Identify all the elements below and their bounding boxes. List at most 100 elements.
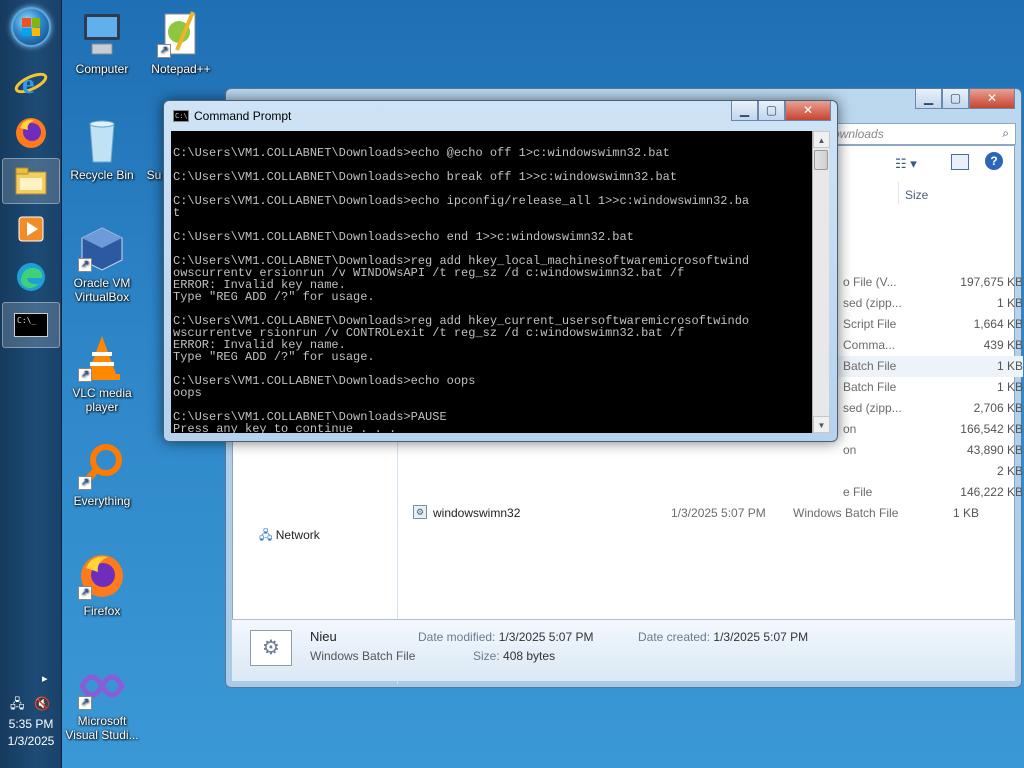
- everything-search-icon: ↗: [78, 442, 126, 490]
- windows-logo-icon: [11, 7, 51, 47]
- console-line: Type "REG ADD /?" for usage.: [173, 290, 375, 304]
- taskbar-file-explorer[interactable]: [2, 158, 60, 204]
- file-row[interactable]: on 43,890 KB: [613, 440, 1023, 461]
- file-size: 1 KB: [996, 296, 1023, 310]
- taskbar-command-prompt[interactable]: C:\_: [2, 302, 60, 348]
- file-type: on: [843, 422, 857, 436]
- file-row-windowswimn32[interactable]: ⚙ windowswimn32 1/3/2025 5:07 PM Windows…: [409, 503, 1024, 524]
- explorer-minimize-button[interactable]: ▁: [915, 89, 942, 109]
- command-prompt-window[interactable]: C:\ Command Prompt ▁ ▢ ✕ C:\Users\VM1.CO…: [163, 100, 838, 442]
- console-scrollbar[interactable]: ▲ ▼: [812, 131, 830, 433]
- edge-icon: [17, 263, 45, 291]
- details-date-modified: Date modified: 1/3/2025 5:07 PM: [418, 630, 594, 644]
- start-button[interactable]: [2, 4, 60, 50]
- clock[interactable]: 5:35 PM 1/3/2025: [0, 716, 62, 750]
- file-name: windowswimn32: [433, 506, 521, 520]
- console-line: C:\Users\VM1.COLLABNET\Downloads>echo @e…: [173, 146, 670, 160]
- console-line: C:\Users\VM1.COLLABNET\Downloads>echo br…: [173, 170, 678, 184]
- console-line: Type "REG ADD /?" for usage.: [173, 350, 375, 364]
- scrollbar-thumb[interactable]: [814, 150, 828, 170]
- cmd-window-controls: ▁ ▢ ✕: [731, 101, 831, 121]
- file-type: Windows Batch File: [793, 506, 899, 520]
- console-line: oops: [173, 386, 202, 400]
- file-type: Batch File: [843, 380, 897, 394]
- console-line: C:\Users\VM1.COLLABNET\Downloads>echo en…: [173, 230, 634, 244]
- clock-date: 1/3/2025: [7, 734, 55, 748]
- desktop-icon-label: Oracle VM VirtualBox: [73, 276, 131, 304]
- console-line: C:\Users\VM1.COLLABNET\Downloads>echo ip…: [173, 194, 750, 208]
- search-placeholder: ownloads: [833, 127, 884, 141]
- explorer-close-button[interactable]: ✕: [969, 89, 1015, 109]
- preview-pane-icon[interactable]: [951, 154, 969, 170]
- explorer-window-controls: ▁ ▢ ✕: [915, 89, 1015, 109]
- nav-item-network[interactable]: 🖧 Network: [259, 526, 320, 547]
- batch-file-large-icon: ⚙: [250, 630, 292, 666]
- desktop-icon-label: VLC media player: [72, 386, 132, 414]
- folder-icon: [15, 167, 47, 195]
- file-size: 197,675 KB: [960, 275, 1023, 289]
- file-row[interactable]: e File 146,222 KB: [613, 482, 1023, 503]
- taskbar-internet-explorer[interactable]: e: [2, 60, 60, 106]
- desktop-icon-vlc[interactable]: ↗ VLC media player: [63, 334, 141, 414]
- firefox-icon: ↗: [78, 552, 126, 600]
- file-size: 2,706 KB: [973, 401, 1023, 415]
- file-size: 146,222 KB: [960, 485, 1023, 499]
- file-type: on: [843, 443, 857, 457]
- media-player-icon: [18, 216, 44, 242]
- desktop-icon-visual-studio[interactable]: ↗ Microsoft Visual Studi...: [63, 662, 141, 742]
- desktop-icon-label: Notepad++: [151, 62, 211, 76]
- file-size: 166,542 KB: [960, 422, 1023, 436]
- clock-time: 5:35 PM: [8, 717, 54, 731]
- taskbar-firefox[interactable]: [2, 110, 60, 156]
- cmd-close-button[interactable]: ✕: [785, 101, 831, 121]
- column-header-size[interactable]: Size: [905, 188, 928, 202]
- internet-explorer-icon: e: [14, 69, 48, 100]
- taskbar-media-player[interactable]: [2, 206, 60, 252]
- virtualbox-icon: ↗: [78, 224, 126, 272]
- file-type: sed (zipp...: [843, 401, 902, 415]
- desktop-icon-notepad-plus-plus[interactable]: ↗ Notepad++: [142, 10, 220, 76]
- scroll-down-arrow-icon[interactable]: ▼: [813, 416, 830, 433]
- desktop-icon-computer[interactable]: Computer: [63, 10, 141, 76]
- batch-file-icon: ⚙: [413, 505, 427, 519]
- explorer-maximize-button[interactable]: ▢: [942, 89, 969, 109]
- cmd-minimize-button[interactable]: ▁: [731, 101, 758, 121]
- details-size: Size: 408 bytes: [473, 649, 556, 663]
- desktop-icon-firefox[interactable]: ↗ Firefox: [63, 552, 141, 618]
- network-tray-icon[interactable]: 🖧: [10, 696, 25, 711]
- search-icon: ⌕: [1002, 126, 1009, 140]
- file-date: 1/3/2025 5:07 PM: [671, 506, 766, 520]
- file-size: 1 KB: [996, 380, 1023, 394]
- file-type: Comma...: [843, 338, 896, 352]
- file-size: 439 KB: [983, 338, 1023, 352]
- scroll-up-arrow-icon[interactable]: ▲: [813, 131, 830, 148]
- file-size: 2 KB: [996, 464, 1023, 478]
- desktop-icon-recycle-bin[interactable]: Recycle Bin: [63, 116, 141, 182]
- details-file-name: Nieu: [310, 629, 337, 644]
- explorer-search-input[interactable]: ownloads ⌕: [826, 123, 1016, 145]
- file-size: 1 KB: [952, 506, 979, 520]
- command-prompt-icon: C:\_: [14, 313, 48, 337]
- file-type: Batch File: [843, 359, 897, 373]
- volume-muted-icon[interactable]: 🔇: [34, 696, 50, 711]
- desktop-icon-virtualbox[interactable]: ↗ Oracle VM VirtualBox: [63, 224, 141, 304]
- file-size: 1 KB: [996, 359, 1023, 373]
- view-options-icon[interactable]: ☷ ▾: [895, 156, 917, 172]
- details-date-created: Date created: 1/3/2025 5:07 PM: [638, 630, 809, 644]
- file-row[interactable]: 2 KB: [613, 461, 1023, 482]
- help-icon[interactable]: ?: [985, 152, 1003, 170]
- console-output[interactable]: C:\Users\VM1.COLLABNET\Downloads>echo @e…: [171, 131, 813, 433]
- tray-expand-icon[interactable]: ▸: [42, 672, 48, 685]
- firefox-icon: [16, 118, 46, 148]
- taskbar-edge[interactable]: [2, 254, 60, 300]
- file-type: e File: [843, 485, 873, 499]
- desktop-icon-everything[interactable]: ↗ Everything: [63, 442, 141, 508]
- computer-icon: [78, 10, 126, 58]
- network-icon: 🖧: [259, 528, 273, 542]
- console-line: C:\Users\VM1.COLLABNET\Downloads>echo oo…: [173, 374, 476, 388]
- recycle-bin-icon: [78, 116, 126, 164]
- cmd-maximize-button[interactable]: ▢: [758, 101, 785, 121]
- details-pane: ⚙ Nieu Windows Batch File Date modified:…: [232, 619, 1015, 681]
- nav-item-label: Network: [275, 528, 320, 542]
- console-line: Press any key to continue . . .: [173, 422, 397, 433]
